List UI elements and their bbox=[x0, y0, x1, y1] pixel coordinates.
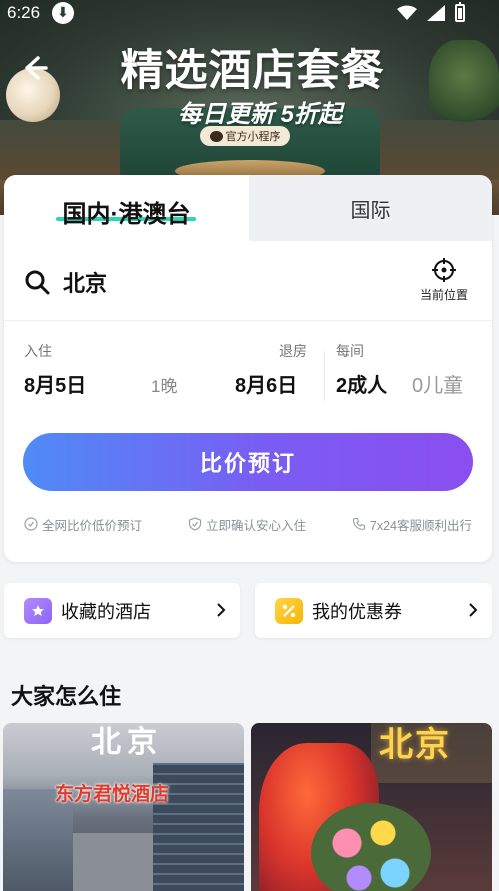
photo-building bbox=[73, 833, 153, 891]
coupon-icon bbox=[275, 597, 303, 624]
tab-international[interactable]: 国际 bbox=[249, 175, 492, 241]
back-arrow-icon[interactable] bbox=[18, 52, 50, 84]
checkout-label: 退房 bbox=[279, 343, 307, 359]
favorite-hotels-label: 收藏的酒店 bbox=[61, 601, 151, 622]
photo-flower-display bbox=[311, 803, 431, 891]
banner-plant-image bbox=[429, 40, 499, 130]
status-bar: 6:26 ⬇ bbox=[0, 0, 499, 28]
current-location-button[interactable]: 当前位置 bbox=[412, 258, 476, 308]
my-coupons-card[interactable]: 我的优惠券 bbox=[255, 583, 492, 638]
per-room-label: 每间 bbox=[336, 343, 364, 359]
hotel-photo-card[interactable]: 北京 bbox=[251, 723, 492, 891]
photo-city-text: 北京 bbox=[379, 726, 451, 764]
banner-title: 精选酒店套餐 bbox=[120, 47, 385, 95]
tab-domestic[interactable]: 国内·港澳台 bbox=[4, 175, 249, 243]
banner-subtitle: 每日更新 5折起 bbox=[177, 101, 342, 128]
perk-service-label: 7x24客服顺利出行 bbox=[369, 518, 472, 533]
mini-program-badge: 官方小程序 bbox=[200, 126, 290, 146]
photo-hotel-name: 东方君悦酒店 bbox=[55, 784, 170, 805]
battery-icon bbox=[455, 2, 465, 22]
destination-row[interactable]: 北京 当前位置 bbox=[4, 241, 492, 321]
chevron-right-icon bbox=[217, 603, 226, 617]
signal-icon bbox=[427, 5, 445, 21]
nights-count: 1晚 bbox=[151, 377, 178, 396]
system-icons bbox=[397, 2, 465, 22]
adults-count[interactable]: 2成人 bbox=[336, 369, 387, 398]
tab-domestic-label: 国内·港澳台 bbox=[62, 200, 191, 228]
hotel-photo-card[interactable]: 北京 东方君悦酒店 bbox=[3, 723, 244, 891]
perk-confirm: 立即确认安心入住 bbox=[188, 513, 306, 535]
compare-book-button[interactable]: 比价预订 bbox=[23, 433, 473, 491]
section-title: 大家怎么住 bbox=[11, 684, 122, 709]
checkin-date[interactable]: 8月5日 bbox=[24, 369, 86, 398]
price-tag-icon bbox=[24, 517, 38, 531]
status-time: 6:26 bbox=[7, 3, 41, 22]
checkin-label: 入住 bbox=[24, 343, 52, 359]
date-guest-row: 入住 8月5日 1晚 退房 8月6日 每间 2成人 0儿童 bbox=[4, 321, 492, 421]
perk-confirm-label: 立即确认安心入住 bbox=[205, 518, 306, 533]
date-guest-divider bbox=[324, 351, 325, 401]
search-icon bbox=[25, 270, 50, 295]
region-tabs: 国际 国内·港澳台 bbox=[4, 175, 492, 243]
shield-check-icon bbox=[188, 517, 202, 531]
wechat-icon bbox=[209, 130, 223, 142]
hotel-search-card: 国际 国内·港澳台 北京 当前位置 入住 8月5日 1晚 退房 8月6日 每间 … bbox=[4, 175, 492, 562]
phone-icon bbox=[352, 517, 365, 531]
favorite-hotels-card[interactable]: 收藏的酒店 bbox=[4, 583, 240, 638]
current-location-label: 当前位置 bbox=[419, 288, 468, 302]
my-coupons-label: 我的优惠券 bbox=[312, 601, 402, 622]
chevron-right-icon bbox=[469, 603, 478, 617]
destination-city[interactable]: 北京 bbox=[63, 266, 107, 298]
perk-price: 全网比价低价预订 bbox=[24, 513, 142, 535]
checkout-date[interactable]: 8月6日 bbox=[235, 369, 297, 398]
service-perks: 全网比价低价预订 立即确认安心入住 7x24客服顺利出行 bbox=[4, 513, 492, 535]
children-count[interactable]: 0儿童 bbox=[412, 369, 463, 398]
photo-city-text: 北京 bbox=[91, 726, 163, 759]
perk-price-label: 全网比价低价预订 bbox=[42, 518, 143, 533]
wifi-icon bbox=[397, 5, 417, 20]
mini-program-label: 官方小程序 bbox=[225, 130, 281, 143]
star-folder-icon bbox=[24, 597, 52, 624]
perk-service: 7x24客服顺利出行 bbox=[352, 513, 472, 535]
download-icon: ⬇ bbox=[52, 2, 74, 24]
crosshair-icon bbox=[432, 258, 456, 282]
